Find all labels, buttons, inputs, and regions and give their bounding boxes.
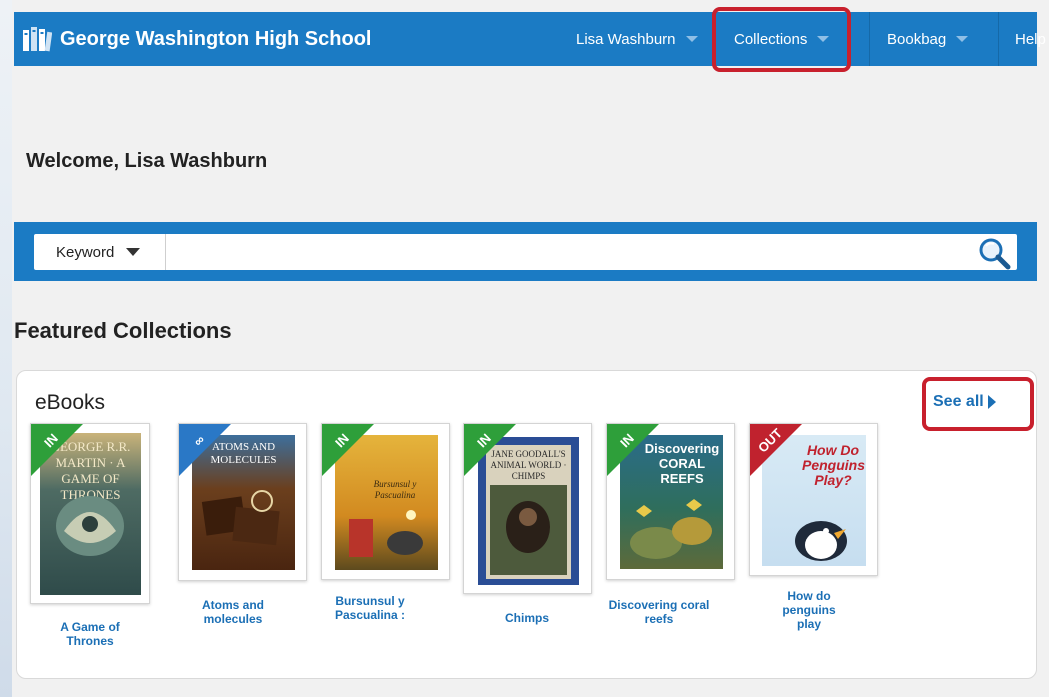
school-brand[interactable]: George Washington High School (22, 25, 371, 53)
book-title[interactable]: How do penguins play (769, 589, 849, 631)
availability-badge: OUT (750, 424, 802, 476)
book-title[interactable]: Discovering coral reefs (606, 598, 712, 626)
nav-divider (998, 12, 999, 66)
search-field: Keyword (34, 234, 1017, 270)
welcome-message: Welcome, Lisa Washburn (26, 150, 268, 172)
availability-badge: IN (607, 424, 659, 476)
left-edge-strip (0, 0, 12, 697)
cover-text: How Do Penguins Play? (802, 442, 866, 488)
chevron-right-icon (987, 395, 996, 409)
see-all-link[interactable]: See all (933, 393, 996, 411)
availability-label: IN (617, 430, 637, 451)
book-title[interactable]: A Game of Thrones (38, 620, 142, 648)
search-bar: Keyword (14, 222, 1037, 281)
book-cover-card: Discovering CORAL REEFS IN (606, 423, 735, 580)
chevron-down-icon (126, 248, 141, 256)
cover-art-icon (56, 496, 124, 556)
availability-label: ∞ (190, 431, 208, 450)
nav-bookbag-label: Bookbag (887, 30, 947, 48)
chevron-down-icon (817, 36, 830, 42)
availability-badge: IN (322, 424, 374, 476)
cover-art-icon (795, 521, 847, 561)
nav-user-menu[interactable]: Lisa Washburn (576, 12, 698, 66)
books-icon (23, 27, 52, 52)
book-cover-card: ATOMS AND MOLECULES ∞ (178, 423, 307, 581)
book-cover-card: GEORGE R.R. MARTIN · A GAME OF THRONES I… (30, 423, 150, 604)
nav-help-label: Help (1015, 30, 1046, 48)
chevron-down-icon (956, 36, 969, 42)
ebooks-collection-panel: eBooks See all GEORGE R.R. MARTIN · A GA… (16, 370, 1037, 679)
nav-user-label: Lisa Washburn (576, 30, 676, 48)
availability-label: OUT (754, 425, 786, 456)
availability-badge: IN (31, 424, 83, 476)
cover-art-icon (349, 510, 423, 557)
nav-divider (714, 12, 715, 66)
availability-label: IN (332, 430, 352, 451)
search-type-label: Keyword (56, 243, 115, 261)
chevron-down-icon (685, 36, 698, 42)
cover-art-icon (630, 499, 712, 559)
search-input[interactable] (168, 237, 968, 267)
featured-collections-heading: Featured Collections (14, 318, 232, 343)
search-type-dropdown[interactable]: Keyword (34, 234, 166, 270)
nav-bookbag-menu[interactable]: Bookbag (887, 12, 969, 66)
see-all-label: See all (933, 393, 984, 410)
nav-collections-label: Collections (734, 30, 808, 48)
availability-badge: IN (464, 424, 516, 476)
school-name: George Washington High School (60, 27, 372, 50)
book-cover-card: JANE GOODALL'S ANIMAL WORLD · CHIMPS IN (463, 423, 592, 594)
cover-art-icon (201, 490, 280, 546)
book-cover-card: Bursunsul y Pascualina IN (321, 423, 450, 580)
book-cover-card: How Do Penguins Play? OUT (749, 423, 878, 576)
availability-label: IN (41, 430, 61, 451)
collection-title: eBooks (35, 391, 106, 414)
magnifier-icon[interactable] (977, 236, 1011, 270)
book-title[interactable]: Atoms and molecules (178, 598, 288, 626)
availability-label: IN (474, 430, 494, 451)
book-title[interactable]: Chimps (475, 611, 579, 625)
nav-collections-menu[interactable]: Collections (734, 12, 830, 66)
availability-badge: ∞ (179, 424, 231, 476)
top-nav-bar: George Washington High School Lisa Washb… (14, 12, 1046, 66)
cover-art-icon (490, 485, 567, 575)
nav-divider (869, 12, 870, 66)
nav-help-menu[interactable]: Help (1015, 12, 1046, 66)
book-title[interactable]: Bursunsul y Pascualina : (321, 594, 419, 622)
